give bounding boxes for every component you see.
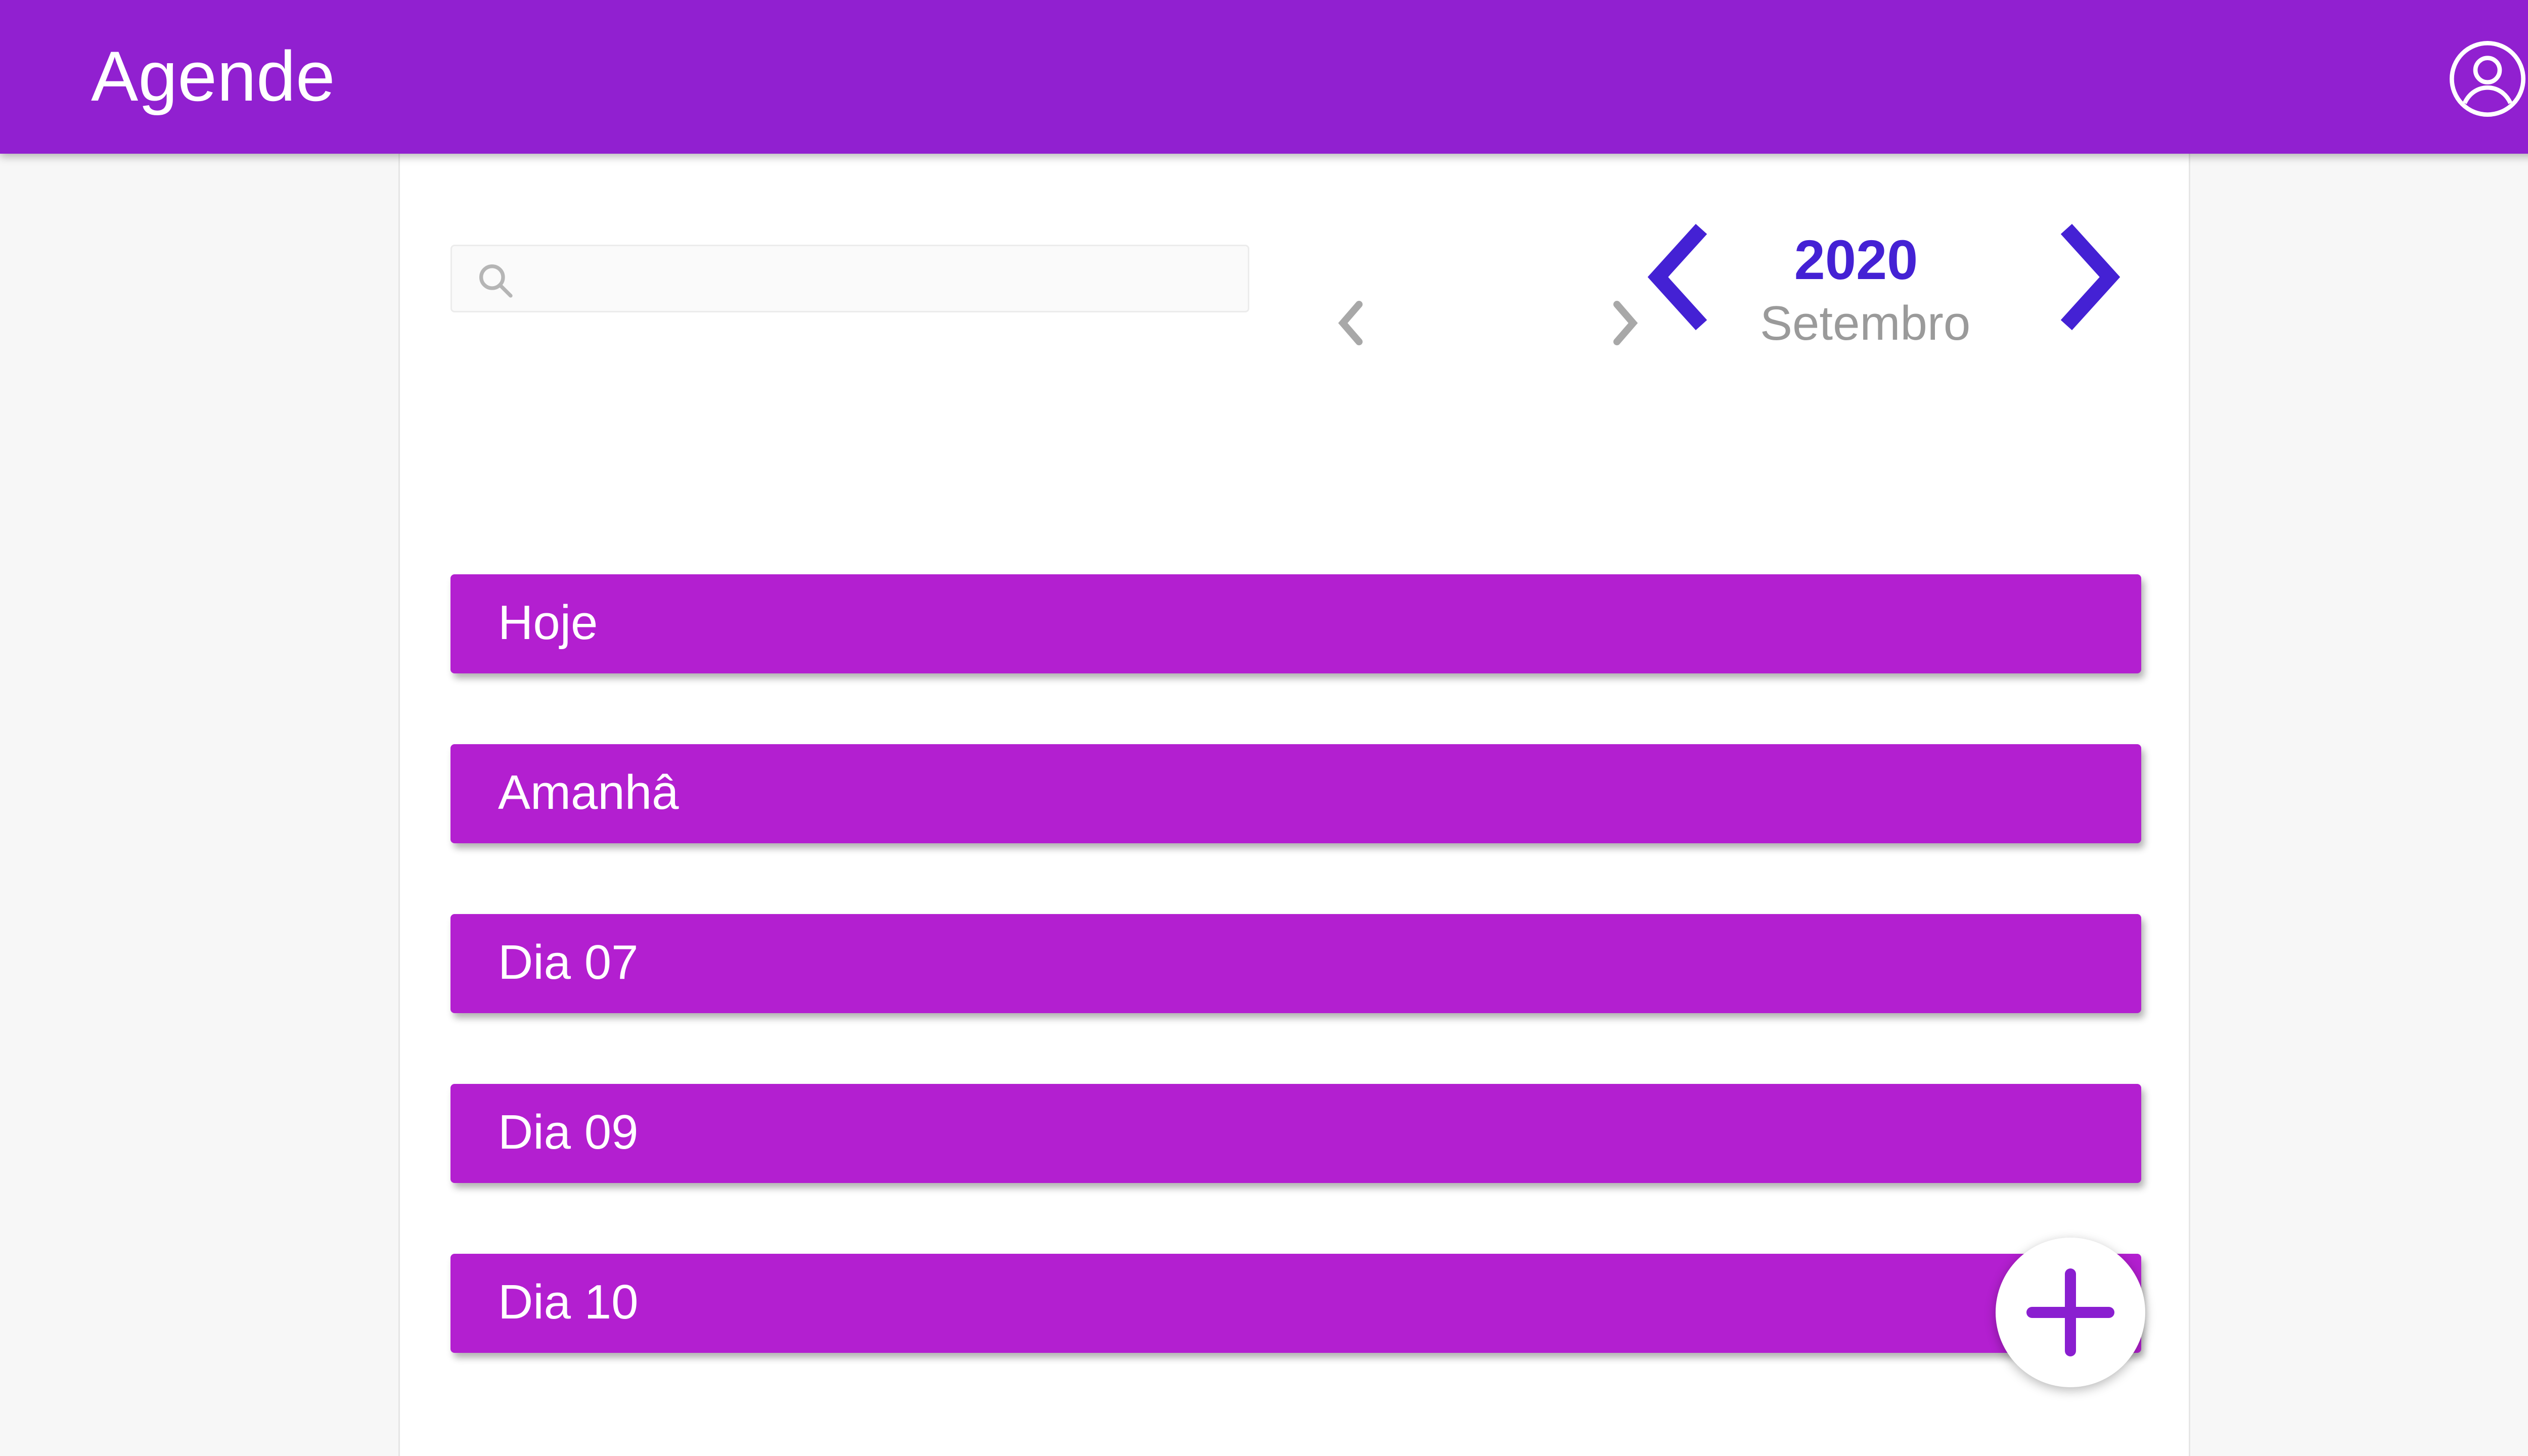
search-input[interactable] [528, 246, 1238, 312]
app-title: Agende [91, 36, 335, 116]
next-year-button[interactable] [2052, 221, 2128, 333]
day-item-amanha[interactable]: Amanhâ [450, 744, 2141, 843]
chevron-right-icon [2060, 223, 2120, 331]
day-item-label: Dia 10 [498, 1275, 639, 1329]
search-icon [475, 260, 516, 301]
chevron-right-icon [1613, 301, 1638, 345]
app-bar: Agende [0, 0, 2528, 154]
previous-month-button[interactable] [1334, 295, 1369, 351]
month-label: Setembro [1760, 296, 1971, 350]
day-item-dia-07[interactable]: Dia 07 [450, 914, 2141, 1013]
main-panel: 2020 Setembro Hoje Amanhâ Dia 07 Dia 09 … [398, 154, 2190, 1456]
day-item-hoje[interactable]: Hoje [450, 574, 2141, 673]
day-item-label: Dia 07 [498, 935, 639, 989]
search-box[interactable] [450, 245, 1249, 312]
plus-icon [2026, 1268, 2114, 1356]
day-list: Hoje Amanhâ Dia 07 Dia 09 Dia 10 [450, 574, 2141, 1424]
day-item-dia-09[interactable]: Dia 09 [450, 1084, 2141, 1183]
chevron-left-icon [1338, 301, 1363, 345]
day-item-label: Dia 09 [498, 1105, 639, 1159]
day-item-label: Amanhâ [498, 765, 679, 820]
day-item-label: Hoje [498, 596, 598, 650]
day-item-dia-10[interactable]: Dia 10 [450, 1254, 2141, 1353]
year-label: 2020 [1794, 229, 1918, 291]
add-event-button[interactable] [1996, 1238, 2145, 1387]
account-circle-icon [2449, 40, 2526, 117]
account-button[interactable] [2447, 38, 2528, 119]
next-month-button[interactable] [1607, 295, 1642, 351]
